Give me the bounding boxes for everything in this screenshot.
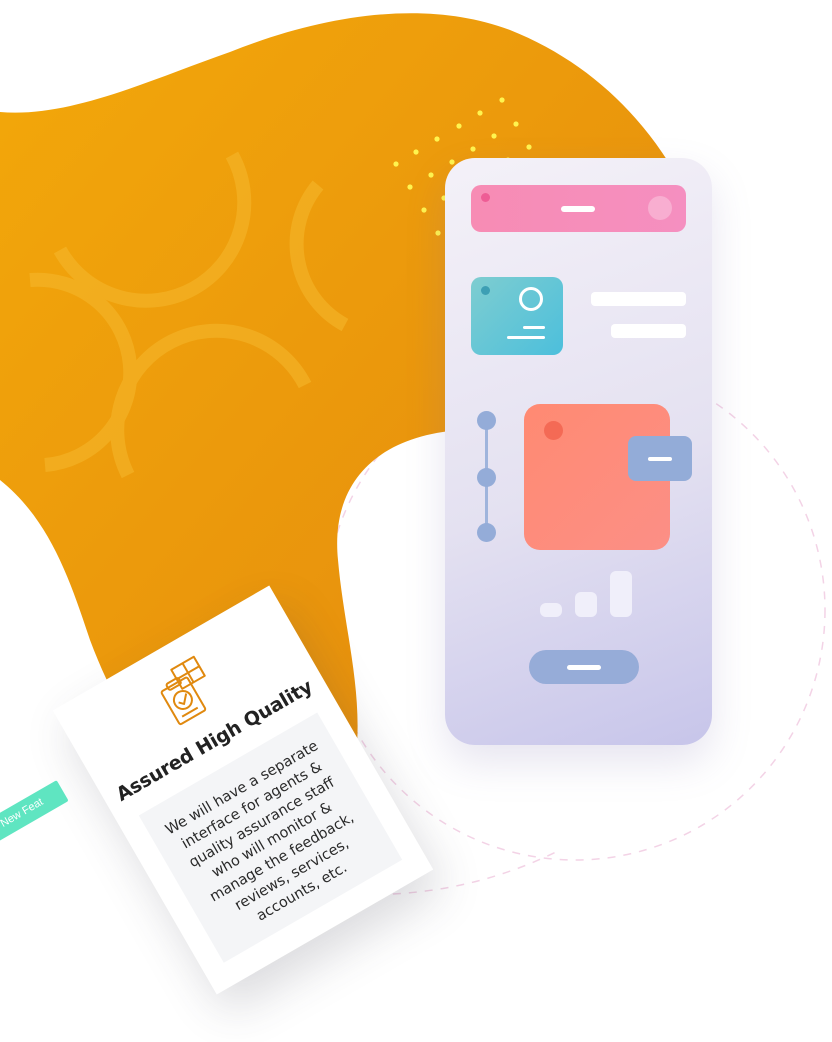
timeline-dot: [477, 468, 496, 487]
profile-line-placeholder: [507, 336, 545, 339]
header-avatar-placeholder: [648, 196, 672, 220]
profile-line-placeholder: [523, 326, 545, 329]
header-title-placeholder: [561, 206, 595, 212]
quality-checklist-icon: [160, 655, 207, 726]
phone-header-bar: [471, 185, 686, 232]
user-avatar-icon: [519, 287, 543, 311]
header-dot: [481, 193, 490, 202]
profile-card: [471, 277, 563, 355]
phone-mockup: [445, 158, 712, 745]
signal-level-bar: [540, 603, 562, 617]
profile-card-dot: [481, 286, 490, 295]
card-action-button: [628, 436, 692, 481]
timeline-dot: [477, 523, 496, 542]
button-label-placeholder: [648, 457, 672, 461]
button-label-placeholder: [567, 665, 601, 670]
content-card-dot: [544, 421, 563, 440]
signal-level-bar: [610, 571, 632, 617]
signal-level-bar: [575, 592, 597, 617]
text-line-placeholder: [591, 292, 686, 306]
phone-cta-button: [529, 650, 639, 684]
text-line-placeholder: [611, 324, 686, 338]
timeline-dot: [477, 411, 496, 430]
